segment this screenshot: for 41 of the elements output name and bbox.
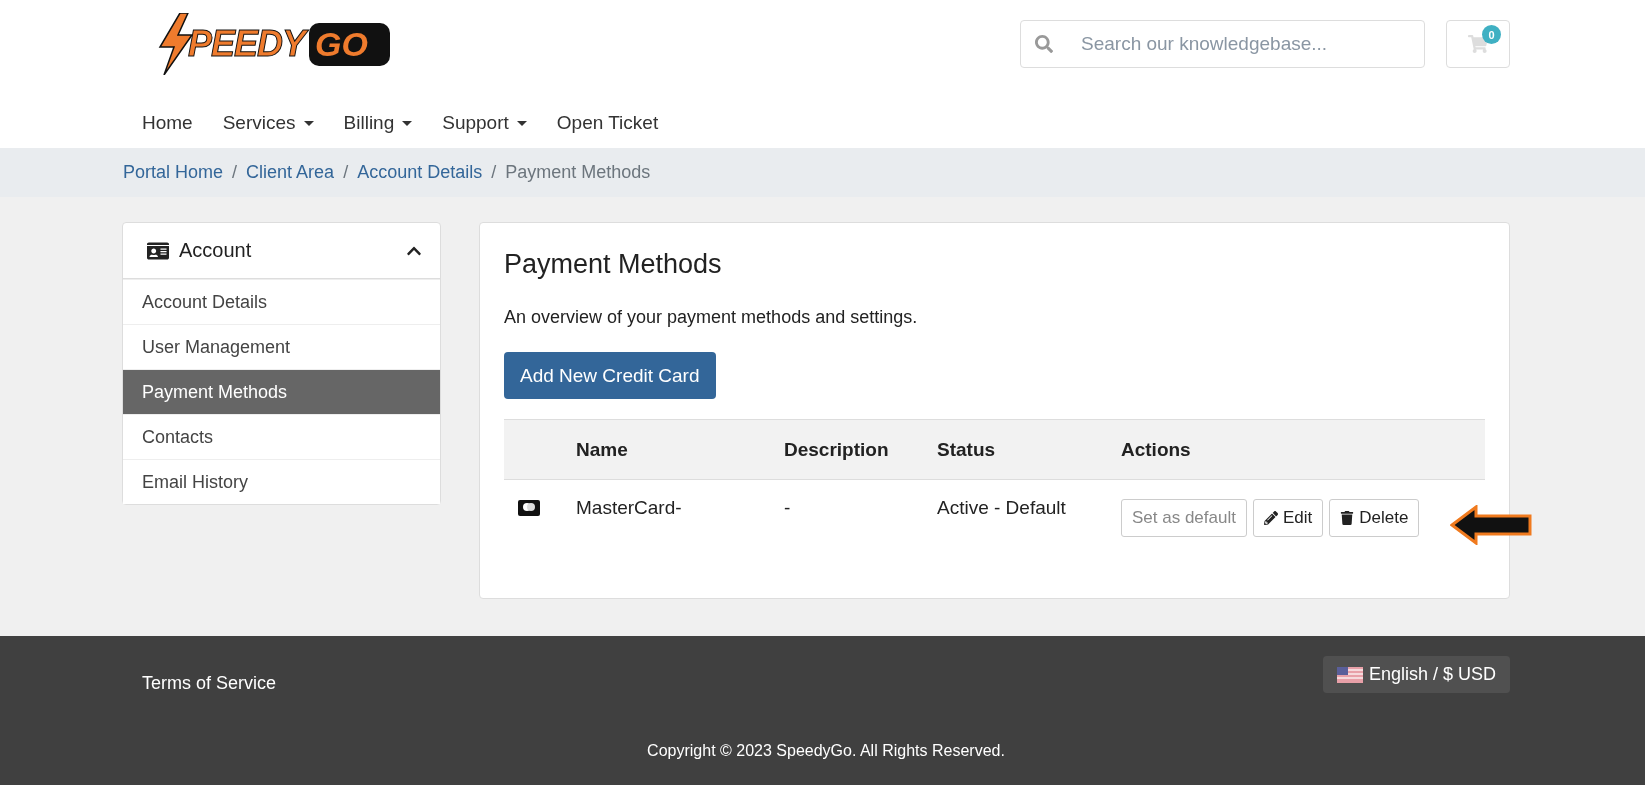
logo-badge: GO bbox=[309, 22, 390, 66]
breadcrumb-link[interactable]: Portal Home bbox=[123, 162, 224, 183]
footer-link[interactable]: Terms of Service bbox=[142, 673, 277, 694]
breadcrumb-link[interactable]: Client Area bbox=[246, 162, 335, 183]
nav-link[interactable]: Home bbox=[142, 112, 193, 134]
table-cell-text: MasterCard- bbox=[576, 497, 683, 519]
pencil-icon bbox=[1263, 511, 1278, 525]
trash-icon bbox=[1340, 511, 1355, 525]
flag-icon bbox=[1336, 666, 1363, 683]
sidebar-item[interactable]: Payment Methods bbox=[123, 369, 440, 414]
column-header: Actions bbox=[1121, 438, 1192, 461]
search-field[interactable]: Search our knowledgebase... bbox=[1020, 20, 1425, 68]
column-header: Name bbox=[576, 438, 629, 461]
table-cell-text: - bbox=[784, 497, 792, 519]
arrow-icon bbox=[1450, 505, 1532, 545]
nav-link[interactable]: Services bbox=[222, 112, 314, 134]
cart-count: 0 bbox=[1482, 25, 1501, 44]
column-header: Description bbox=[784, 438, 890, 461]
breadcrumb-separator: / bbox=[491, 162, 497, 183]
table-cell-text: Active - Default bbox=[937, 497, 1067, 519]
copyright-text: Copyright © 2023 SpeedyGo. All Rights Reserved. bbox=[646, 742, 1006, 760]
breadcrumb-current: Payment Methods bbox=[505, 162, 651, 183]
breadcrumb-link[interactable]: Account Details bbox=[357, 162, 483, 183]
edit-button[interactable]: Edit bbox=[1252, 499, 1324, 537]
nav-link[interactable]: Open Ticket bbox=[556, 112, 659, 134]
nav-link[interactable]: Billing bbox=[343, 112, 413, 134]
id-card-icon bbox=[147, 239, 169, 262]
delete-button[interactable]: Delete bbox=[1329, 499, 1420, 537]
page-title: Payment Methods bbox=[504, 249, 723, 280]
nav-link[interactable]: Support bbox=[442, 112, 527, 134]
breadcrumb-separator: / bbox=[232, 162, 238, 183]
cart-icon bbox=[1468, 34, 1488, 54]
breadcrumb-separator: / bbox=[343, 162, 349, 183]
add-card-button[interactable]: Add New Credit Card bbox=[504, 352, 716, 399]
language-button[interactable]: English / $ USD bbox=[1322, 656, 1510, 693]
sidebar-title: Account bbox=[179, 239, 253, 262]
sidebar-item[interactable]: Email History bbox=[123, 459, 440, 504]
column-header: Status bbox=[937, 438, 997, 461]
page-description: An overview of your payment methods and settings. bbox=[504, 307, 919, 328]
credit-card-icon bbox=[518, 500, 540, 516]
search-icon bbox=[1035, 35, 1053, 53]
